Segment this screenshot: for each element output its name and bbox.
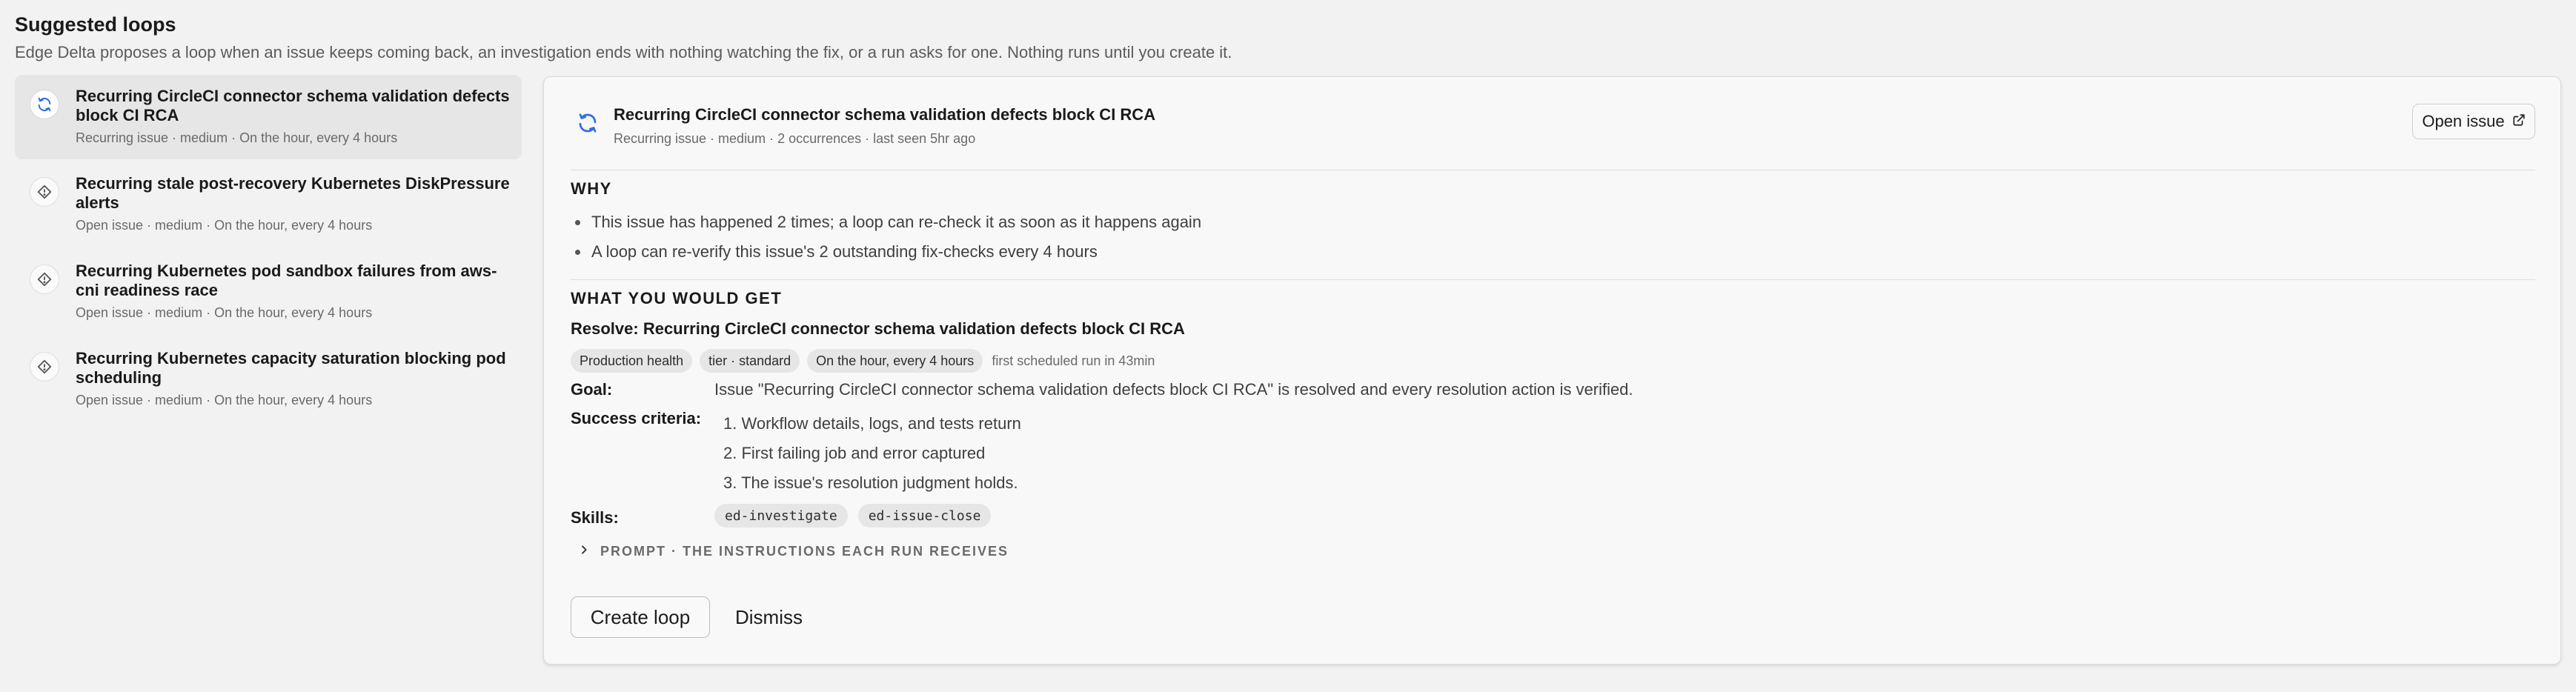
skill-chip: ed-issue-close [857,504,992,528]
criteria-item: 3. The issue's resolution judgment holds… [723,473,1018,492]
refresh-icon [577,112,599,134]
suggestion-title: Recurring CircleCI connector schema vali… [76,87,510,124]
criteria-item: 2. First failing job and error captured [723,444,986,462]
page-description: Edge Delta proposes a loop when an issue… [15,43,1232,61]
suggestion-item-circleci[interactable]: Recurring CircleCI connector schema vali… [15,75,522,159]
suggestion-meta: Open issue · medium · On the hour, every… [76,305,373,320]
loop-chips: Production health tier · standard On the… [571,349,1155,373]
suggestion-item-sandbox[interactable]: Recurring Kubernetes pod sandbox failure… [15,250,522,334]
success-criteria-label: Success criteria: [571,409,702,427]
why-list: This issue has happened 2 times; a loop … [571,207,1201,267]
chip-scope: Production health [571,349,693,373]
dismiss-button[interactable]: Dismiss [725,596,814,638]
suggestion-title: Recurring Kubernetes capacity saturation… [76,349,506,387]
diamond-alert-icon [30,265,59,294]
suggestion-title: Recurring Kubernetes pod sandbox failure… [76,262,497,299]
criteria-item: 1. Workflow details, logs, and tests ret… [723,414,1021,433]
suggested-loops-page: Suggested loops Edge Delta proposes a lo… [0,0,2576,692]
detail-title: Recurring CircleCI connector schema vali… [614,105,1156,124]
chevron-right-icon [578,544,590,559]
detail-meta: Recurring issue · medium · 2 occurrences… [614,131,976,146]
skills-list: ed-investigate ed-issue-close [714,504,992,528]
what-you-get-heading: WHAT YOU WOULD GET [571,289,783,307]
suggestion-detail-panel: Recurring CircleCI connector schema vali… [543,76,2561,665]
success-criteria-list: 1. Workflow details, logs, and tests ret… [714,409,1021,498]
diamond-alert-icon [30,352,59,382]
divider [571,279,2535,280]
goal-label: Goal: [571,380,613,399]
suggestion-item-diskpressure[interactable]: Recurring stale post-recovery Kubernetes… [15,162,522,247]
why-item: This issue has happened 2 times; a loop … [571,207,1201,237]
refresh-icon [30,90,59,119]
suggestion-list: Recurring CircleCI connector schema vali… [15,75,522,425]
open-issue-button[interactable]: Open issue [2412,104,2535,139]
skills-label: Skills: [571,508,619,527]
prompt-disclosure[interactable]: PROMPT · THE INSTRUCTIONS EACH RUN RECEI… [578,544,1009,559]
suggestion-meta: Recurring issue · medium · On the hour, … [76,130,398,145]
resolve-title: Resolve: Recurring CircleCI connector sc… [571,319,1185,338]
prompt-label: PROMPT · THE INSTRUCTIONS EACH RUN RECEI… [600,544,1009,559]
skill-chip: ed-investigate [714,504,848,528]
suggestion-meta: Open issue · medium · On the hour, every… [76,218,373,233]
open-issue-label: Open issue [2422,112,2505,130]
suggestion-title: Recurring stale post-recovery Kubernetes… [76,174,510,212]
chip-tier: tier · standard [700,349,800,373]
suggestion-meta: Open issue · medium · On the hour, every… [76,393,373,407]
goal-text: Issue "Recurring CircleCI connector sche… [714,380,1633,399]
diamond-alert-icon [30,177,59,207]
create-loop-button[interactable]: Create loop [571,596,710,638]
why-heading: WHY [571,179,612,198]
why-item: A loop can re-verify this issue's 2 outs… [571,237,1201,267]
external-link-icon [2512,112,2526,131]
chip-schedule: On the hour, every 4 hours [807,349,983,373]
first-run-note: first scheduled run in 43min [992,353,1155,368]
page-title: Suggested loops [15,13,176,36]
suggestion-item-capacity[interactable]: Recurring Kubernetes capacity saturation… [15,337,522,422]
